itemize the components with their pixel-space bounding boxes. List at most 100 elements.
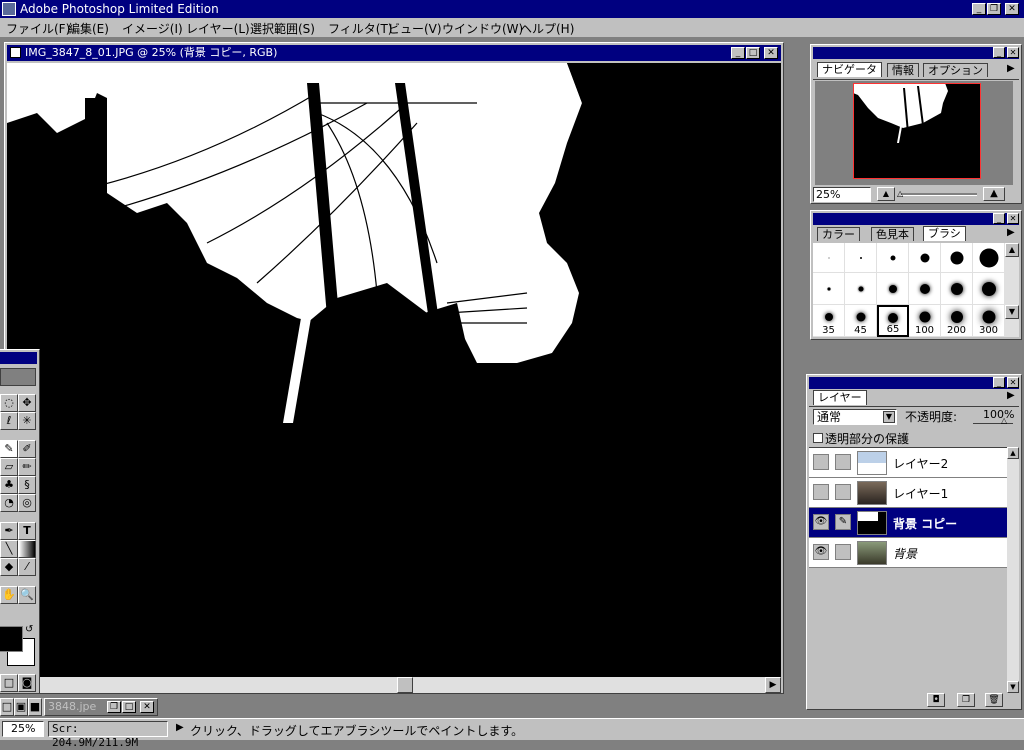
navigator-zoom-in-button[interactable]: ▲: [983, 187, 1005, 201]
brush-cell[interactable]: [973, 243, 1005, 273]
preserve-transparency-checkbox[interactable]: [813, 433, 823, 443]
blend-mode-dropdown-icon[interactable]: ▼: [883, 411, 895, 423]
navigator-zoom-slider[interactable]: △: [897, 189, 977, 198]
tab-layers[interactable]: レイヤー: [813, 390, 867, 405]
layers-scroll-down-button[interactable]: ▼: [1007, 681, 1019, 693]
zoom-tool-icon[interactable]: 🔍: [18, 586, 36, 604]
doc-maximize-button[interactable]: □: [746, 47, 760, 59]
layers-close-button[interactable]: ✕: [1007, 377, 1019, 388]
toolbox-titlebar[interactable]: [0, 352, 37, 364]
brush-cell[interactable]: 100: [909, 305, 941, 337]
brush-cell[interactable]: [941, 243, 973, 273]
layers-vscrollbar[interactable]: ▲ ▼: [1007, 447, 1019, 693]
layer-mask-button-icon[interactable]: ◘: [927, 693, 945, 707]
hscroll-right-button[interactable]: ▶: [765, 677, 781, 693]
brush-cell[interactable]: [813, 243, 845, 273]
layer-link-toggle[interactable]: [835, 484, 851, 500]
brushes-minimize-button[interactable]: _: [993, 213, 1005, 224]
doc-close-button[interactable]: ✕: [764, 47, 778, 59]
airbrush-tool-icon[interactable]: ✎: [0, 440, 18, 458]
menu-select[interactable]: 選択範囲(S): [250, 20, 315, 37]
blend-mode-select[interactable]: 通常 ▼: [813, 409, 897, 425]
canvas-hscrollbar[interactable]: ▶: [7, 677, 781, 693]
menu-edit[interactable]: 編集(E): [68, 20, 109, 37]
standard-mode-icon[interactable]: □: [0, 674, 18, 692]
brush-cell[interactable]: 35: [813, 305, 845, 337]
marquee-tool-icon[interactable]: ◌: [0, 394, 18, 412]
screen-mode-full-menu-icon[interactable]: ▣: [14, 698, 28, 716]
menu-help[interactable]: ヘルプ(H): [520, 20, 574, 37]
layer-row-background-copy[interactable]: 👁 ✎ 背景 コピー: [809, 508, 1007, 538]
layer-link-toggle[interactable]: [835, 454, 851, 470]
navigator-view-box[interactable]: [853, 83, 981, 179]
navigator-slider-thumb[interactable]: △: [897, 189, 903, 198]
eyedropper-tool-icon[interactable]: ⁄: [18, 558, 36, 576]
layers-titlebar[interactable]: [809, 377, 1019, 389]
brushes-titlebar[interactable]: [813, 213, 1019, 225]
brushes-menu-arrow-icon[interactable]: ▶: [1007, 227, 1015, 238]
tab-options[interactable]: オプション: [923, 63, 988, 77]
eraser-tool-icon[interactable]: ▱: [0, 458, 18, 476]
brush-cell[interactable]: [909, 273, 941, 305]
hscroll-thumb[interactable]: [397, 677, 413, 693]
layer-paintbrush-icon[interactable]: ✎: [835, 514, 851, 530]
pen-tool-icon[interactable]: ✒: [0, 522, 18, 540]
menu-view[interactable]: ビュー(V): [388, 20, 442, 37]
opacity-slider-thumb[interactable]: △: [1001, 416, 1007, 425]
layers-scroll-up-button[interactable]: ▲: [1007, 447, 1019, 459]
brushes-scroll-up-button[interactable]: ▲: [1005, 243, 1019, 257]
brush-cell[interactable]: [877, 243, 909, 273]
opacity-value[interactable]: 100%: [983, 408, 1014, 421]
image-canvas[interactable]: [7, 63, 781, 677]
tab-navigator[interactable]: ナビゲータ: [817, 62, 882, 77]
pencil-tool-icon[interactable]: ✏: [18, 458, 36, 476]
layer-link-toggle[interactable]: [835, 544, 851, 560]
history-brush-tool-icon[interactable]: §: [18, 476, 36, 494]
move-tool-icon[interactable]: ✥: [18, 394, 36, 412]
menu-window[interactable]: ウインドウ(W): [442, 20, 523, 37]
menu-image[interactable]: イメージ(I): [122, 20, 183, 37]
brush-cell[interactable]: [909, 243, 941, 273]
screen-mode-full-icon[interactable]: ■: [28, 698, 42, 716]
brushes-scroll-down-button[interactable]: ▼: [1005, 305, 1019, 319]
tab-swatches[interactable]: 色見本: [871, 227, 914, 241]
blur-tool-icon[interactable]: ◔: [0, 494, 18, 512]
tab-color[interactable]: カラー: [817, 227, 860, 241]
navigator-zoom-field[interactable]: 25%: [813, 187, 871, 202]
document-titlebar[interactable]: IMG_3847_8_01.JPG @ 25% (背景 コピー, RGB): [7, 45, 781, 61]
brush-cell[interactable]: [845, 243, 877, 273]
tab-brushes[interactable]: ブラシ: [923, 226, 966, 241]
layer-visibility-toggle[interactable]: [813, 454, 829, 470]
minimized-close-button[interactable]: ✕: [140, 701, 154, 713]
navigator-minimize-button[interactable]: _: [993, 47, 1005, 58]
quickmask-mode-icon[interactable]: ◙: [18, 674, 36, 692]
magic-wand-tool-icon[interactable]: ✳: [18, 412, 36, 430]
brush-cell-selected[interactable]: 65: [877, 305, 909, 337]
minimized-restore-button[interactable]: ❐: [107, 701, 121, 713]
brush-cell[interactable]: 300: [973, 305, 1005, 337]
paint-bucket-tool-icon[interactable]: ◆: [0, 558, 18, 576]
status-menu-arrow-icon[interactable]: ▶: [176, 722, 184, 733]
tab-info[interactable]: 情報: [887, 63, 919, 77]
layer-visibility-eye-icon[interactable]: 👁: [813, 514, 829, 530]
layer-visibility-toggle[interactable]: [813, 484, 829, 500]
menu-filter[interactable]: フィルタ(T): [328, 20, 392, 37]
foreground-color-swatch[interactable]: [0, 626, 23, 652]
type-tool-icon[interactable]: T: [18, 522, 36, 540]
photoshop-app-icon[interactable]: [2, 2, 16, 16]
brushes-vscrollbar[interactable]: ▲ ▼: [1005, 243, 1019, 337]
minimized-document[interactable]: 3848.jpe ❐ □ ✕: [44, 698, 158, 716]
layer-visibility-eye-icon[interactable]: 👁: [813, 544, 829, 560]
navigator-close-button[interactable]: ✕: [1007, 47, 1019, 58]
layer-row-layer2[interactable]: レイヤー2: [809, 448, 1007, 478]
app-restore-button[interactable]: ❐: [987, 3, 1001, 15]
app-minimize-button[interactable]: _: [972, 3, 986, 15]
navigator-menu-arrow-icon[interactable]: ▶: [1007, 63, 1015, 74]
brush-cell[interactable]: 200: [941, 305, 973, 337]
brush-cell[interactable]: [973, 273, 1005, 305]
menu-file[interactable]: ファイル(F): [6, 20, 70, 37]
layers-menu-arrow-icon[interactable]: ▶: [1007, 390, 1015, 401]
navigator-thumbnail[interactable]: [853, 83, 981, 179]
brush-cell[interactable]: 45: [845, 305, 877, 337]
navigator-titlebar[interactable]: [813, 47, 1019, 59]
